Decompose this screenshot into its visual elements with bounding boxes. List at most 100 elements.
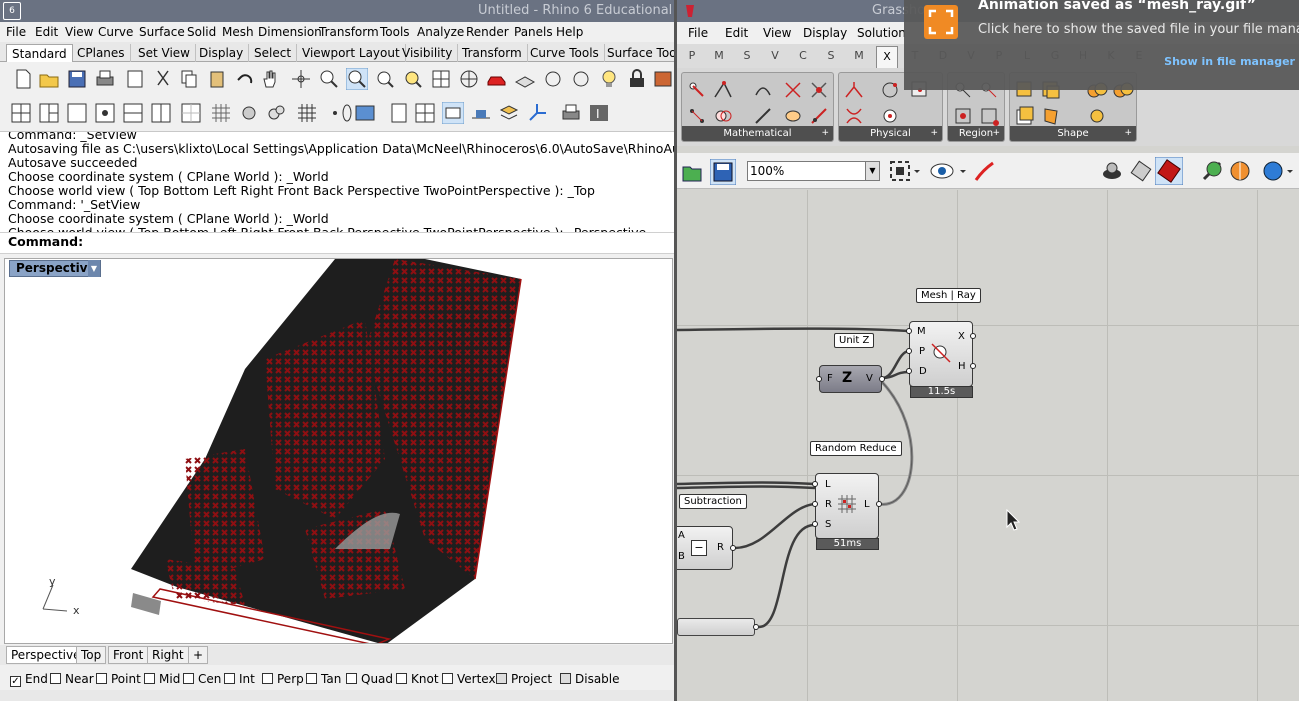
osnap-knot[interactable]: Knot — [396, 672, 439, 686]
gh-tab-curve[interactable]: C — [796, 49, 810, 62]
osnap-point[interactable]: Point — [96, 672, 141, 686]
menu-render[interactable]: Render — [466, 25, 509, 39]
osnap-project[interactable]: Project — [496, 672, 552, 686]
viewport-properties-icon[interactable] — [180, 102, 202, 124]
input-r[interactable]: R — [825, 499, 832, 510]
dropdown-arrow-icon[interactable]: ▼ — [865, 162, 879, 180]
sphere-icon[interactable] — [238, 102, 260, 124]
print-viewport-icon[interactable] — [560, 102, 582, 124]
kangaroo-angle-icon[interactable] — [712, 79, 734, 101]
preview-eye-icon[interactable] — [929, 160, 969, 182]
gh-tab-x[interactable]: X — [876, 46, 898, 68]
kangaroo-cross-icon[interactable] — [782, 79, 804, 101]
kangaroo-outside-icon[interactable] — [978, 105, 1000, 127]
output-grip[interactable] — [879, 376, 885, 382]
tab-visibility[interactable]: Visibility — [397, 44, 459, 62]
checkbox-icon[interactable] — [183, 673, 194, 684]
add-viewport-tab-button[interactable]: + — [188, 646, 208, 664]
display-mode-icon[interactable] — [1262, 159, 1294, 183]
page-layout-icon[interactable] — [388, 102, 410, 124]
lock-icon[interactable] — [626, 68, 648, 90]
preview-wire-icon[interactable] — [1100, 159, 1124, 183]
save-icon[interactable] — [66, 68, 88, 90]
rhino-logo-icon[interactable]: 6 — [3, 2, 21, 20]
viewport-tab-perspective[interactable]: Perspective — [6, 646, 86, 664]
kangaroo-anchor-icon[interactable] — [808, 79, 830, 101]
kangaroo-goal-icon[interactable] — [686, 79, 708, 101]
kangaroo-spring-icon[interactable] — [843, 105, 865, 127]
viewport-tab-right[interactable]: Right — [147, 646, 189, 664]
input-l[interactable]: L — [825, 479, 831, 490]
output-x[interactable]: X — [958, 331, 965, 342]
checkbox-icon[interactable] — [396, 673, 407, 684]
color-wheel-icon[interactable] — [1228, 159, 1252, 183]
perspective-viewport[interactable]: Perspective ▼ x y — [4, 258, 673, 644]
menu-help[interactable]: Help — [556, 25, 583, 39]
tab-transform[interactable]: Transform — [457, 44, 528, 62]
viewport-grid-icon[interactable] — [150, 102, 172, 124]
tab-curve-tools[interactable]: Curve Tools — [525, 44, 605, 62]
input-d[interactable]: D — [919, 366, 927, 377]
output-l[interactable]: L — [864, 499, 870, 510]
layout-grid-icon[interactable] — [414, 102, 436, 124]
osnap-vertex[interactable]: Vertex — [442, 672, 496, 686]
viewport-tab-top[interactable]: Top — [76, 646, 107, 664]
input-m[interactable]: M — [917, 326, 926, 337]
zoom-extents-icon[interactable] — [889, 160, 923, 182]
kangaroo-cyclic-icon[interactable] — [1014, 105, 1036, 127]
notification-body[interactable]: Click here to show the saved file in you… — [978, 22, 1299, 37]
checkbox-icon[interactable] — [346, 673, 357, 684]
undo-view-icon[interactable] — [430, 68, 452, 90]
tab-cplanes[interactable]: CPlanes — [72, 44, 131, 62]
input-grip[interactable] — [812, 481, 818, 487]
undo-icon[interactable] — [234, 68, 256, 90]
osnap-near[interactable]: Near — [50, 672, 94, 686]
number-slider[interactable] — [677, 618, 755, 636]
maximize-viewport-icon[interactable] — [66, 102, 88, 124]
tab-viewport-layout[interactable]: Viewport Layout — [297, 44, 406, 62]
paste-icon[interactable] — [206, 68, 228, 90]
input-s[interactable]: S — [825, 519, 831, 530]
material-icon[interactable] — [652, 68, 674, 90]
menu-transform[interactable]: Transform — [319, 25, 379, 39]
kangaroo-cloud-icon[interactable] — [686, 105, 708, 127]
osnap-perp[interactable]: Perp — [262, 672, 304, 686]
input-grip[interactable] — [812, 501, 818, 507]
menu-tools[interactable]: Tools — [380, 25, 410, 39]
detail-view-icon[interactable] — [442, 102, 464, 124]
preview-selected-icon[interactable] — [1155, 157, 1183, 185]
gumball-icon[interactable] — [526, 102, 548, 124]
bake-icon[interactable] — [1200, 159, 1224, 183]
preview-shaded-icon[interactable] — [1129, 159, 1153, 183]
gh-menu-view[interactable]: View — [763, 26, 791, 40]
viewport-tab-front[interactable]: Front — [108, 646, 149, 664]
open-file-icon[interactable] — [681, 161, 703, 183]
input-grip[interactable] — [906, 368, 912, 374]
zoom-selected-icon[interactable] — [402, 68, 424, 90]
menu-dimension[interactable]: Dimension — [258, 25, 322, 39]
checkbox-icon[interactable] — [560, 673, 571, 684]
checkbox-checked-icon[interactable]: ✓ — [10, 676, 21, 687]
osnap-disable[interactable]: Disable — [560, 672, 620, 686]
kangaroo-bend-icon[interactable] — [752, 79, 774, 101]
tab-set-view[interactable]: Set View — [133, 44, 196, 62]
grid-snap-icon[interactable] — [296, 102, 318, 124]
pan-hand-icon[interactable] — [260, 68, 282, 90]
osnap-quad[interactable]: Quad — [346, 672, 393, 686]
snap-icon[interactable] — [570, 68, 592, 90]
kangaroo-sphere-collide-icon[interactable] — [879, 105, 901, 127]
kangaroo-hinge-icon[interactable] — [843, 79, 865, 101]
gh-tab-sets[interactable]: S — [740, 49, 754, 62]
grid-icon[interactable] — [210, 102, 232, 124]
gh-menu-file[interactable]: File — [688, 26, 708, 40]
osnap-cen[interactable]: Cen — [183, 672, 221, 686]
gh-menu-display[interactable]: Display — [803, 26, 847, 40]
zoom-icon[interactable] — [318, 68, 340, 90]
osnap-mid[interactable]: Mid — [144, 672, 180, 686]
show-in-file-manager-link[interactable]: Show in file manager — [1164, 55, 1295, 68]
output-h[interactable]: H — [958, 361, 966, 372]
checkbox-icon[interactable] — [50, 673, 61, 684]
cut-icon[interactable] — [152, 68, 174, 90]
menu-solid[interactable]: Solid — [187, 25, 216, 39]
copy-icon[interactable] — [178, 68, 200, 90]
